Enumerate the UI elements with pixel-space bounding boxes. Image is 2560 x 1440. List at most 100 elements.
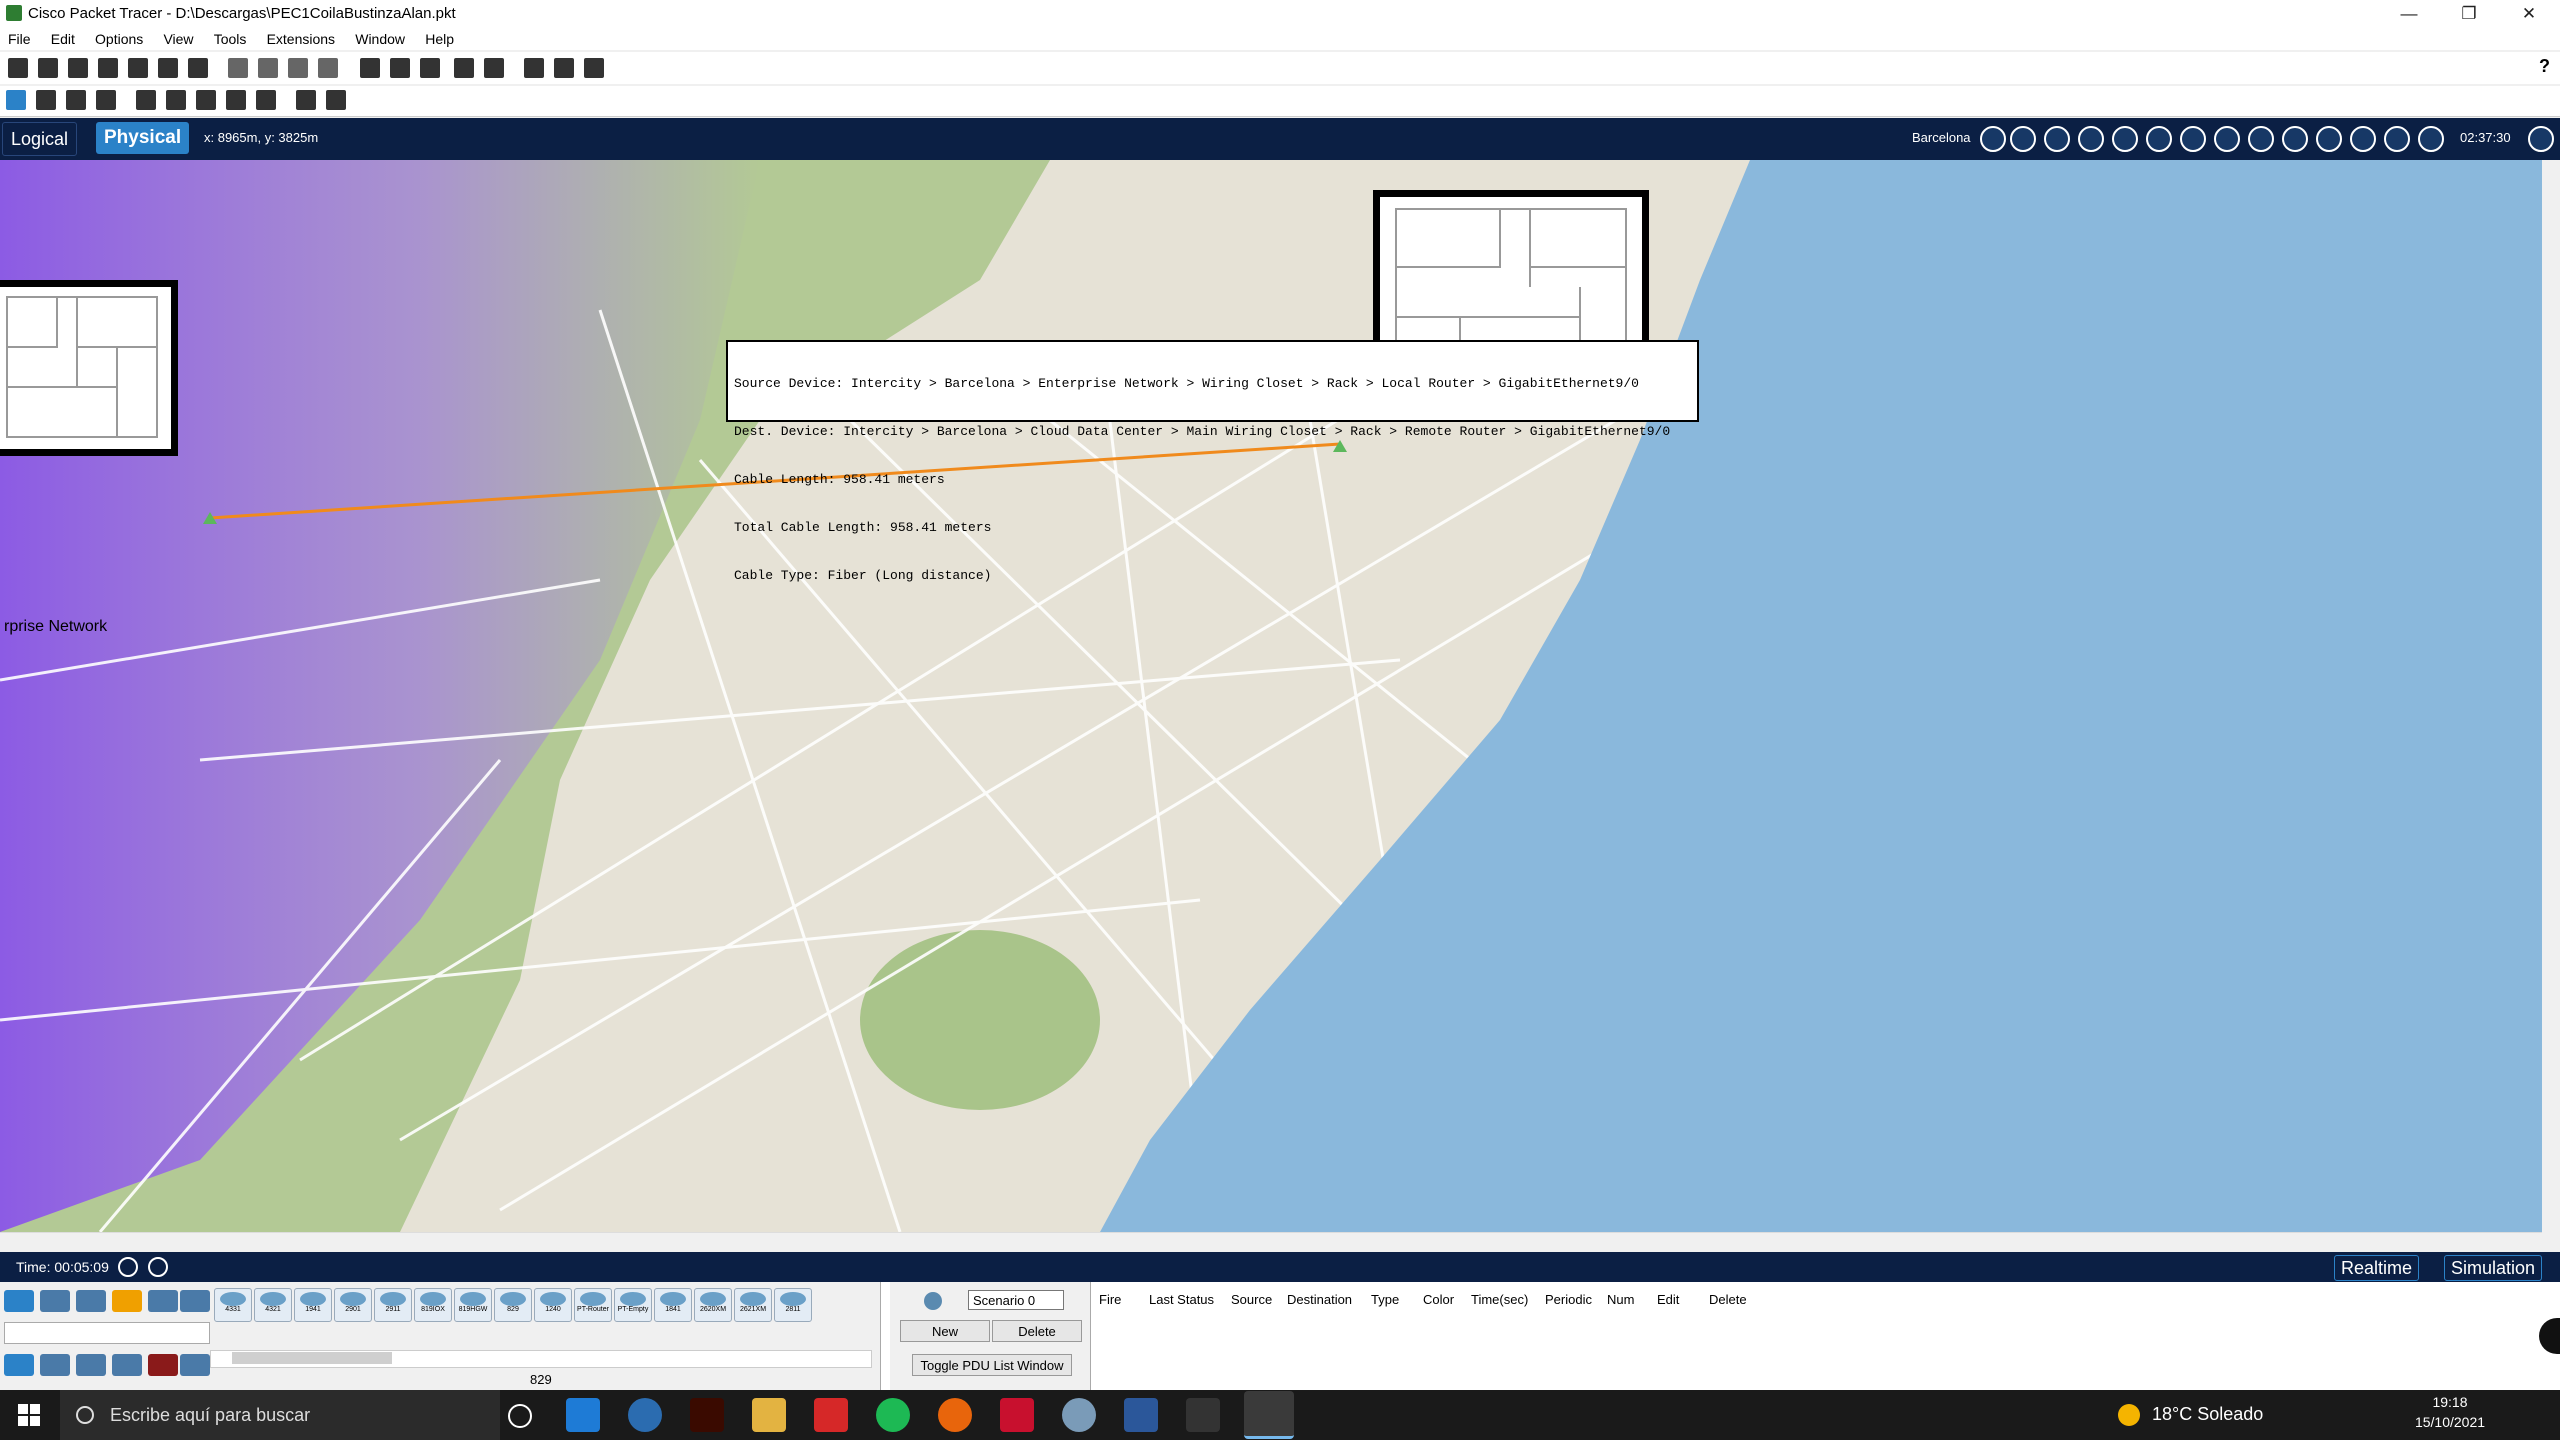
delete-scenario-button[interactable]: Delete — [992, 1320, 1082, 1342]
app-64-icon[interactable] — [814, 1398, 848, 1432]
list-view-icon[interactable] — [2316, 126, 2342, 152]
device-router[interactable]: 1240 — [534, 1288, 572, 1322]
home-icon[interactable] — [2528, 126, 2554, 152]
wireless-subcategory-icon[interactable] — [112, 1354, 142, 1376]
paste-icon[interactable] — [258, 58, 278, 78]
drawing-palette-icon[interactable] — [454, 58, 474, 78]
device-router[interactable]: PT-Router — [574, 1288, 612, 1322]
routers-subcategory-icon[interactable] — [4, 1354, 34, 1376]
draw-line-icon[interactable] — [166, 90, 186, 110]
taskbar-search-placeholder[interactable]: Escribe aquí para buscar — [110, 1405, 310, 1426]
new-rack-icon[interactable] — [2146, 126, 2172, 152]
power-cycle-icon[interactable] — [118, 1257, 138, 1277]
device-router[interactable]: 2911 — [374, 1288, 412, 1322]
select-icon[interactable] — [6, 90, 26, 110]
device-router[interactable]: 1941 — [294, 1288, 332, 1322]
simple-pdu-icon[interactable] — [296, 90, 316, 110]
realtime-mode-button[interactable]: Realtime — [2334, 1255, 2420, 1281]
vertical-scrollbar[interactable] — [2542, 160, 2560, 1232]
open-file-icon[interactable] — [38, 58, 58, 78]
new-file-icon[interactable] — [8, 58, 28, 78]
misc-category-icon[interactable] — [148, 1290, 178, 1312]
firefox-icon[interactable] — [938, 1398, 972, 1432]
end-devices-category-icon[interactable] — [40, 1290, 70, 1312]
switches-subcategory-icon[interactable] — [40, 1354, 70, 1376]
info-icon[interactable] — [128, 58, 148, 78]
menu-tools[interactable]: Tools — [206, 28, 255, 47]
weather-text[interactable]: 18°C Soleado — [2152, 1404, 2263, 1425]
network-wizard-icon[interactable] — [158, 58, 178, 78]
device-router[interactable]: 4321 — [254, 1288, 292, 1322]
menu-help[interactable]: Help — [417, 28, 462, 47]
background-image-icon[interactable] — [2384, 126, 2410, 152]
word-icon[interactable] — [1124, 1398, 1158, 1432]
menu-options[interactable]: Options — [87, 28, 151, 47]
security-subcategory-icon[interactable] — [148, 1354, 178, 1376]
fast-forward-icon[interactable] — [148, 1257, 168, 1277]
restore-button[interactable]: ❐ — [2440, 0, 2498, 28]
copy-icon[interactable] — [228, 58, 248, 78]
device-router[interactable]: 2620XM — [694, 1288, 732, 1322]
device-router[interactable]: 829 — [494, 1288, 532, 1322]
device-router[interactable]: 819HGW — [454, 1288, 492, 1322]
multiuser-category-icon[interactable] — [180, 1290, 210, 1312]
working-closet-icon[interactable] — [2282, 126, 2308, 152]
wan-emulation-subcategory-icon[interactable] — [180, 1354, 210, 1376]
windows-start-icon[interactable] — [18, 1404, 40, 1426]
tab-logical[interactable]: Logical — [2, 122, 78, 156]
minimize-button[interactable]: — — [2380, 0, 2438, 28]
spotify-icon[interactable] — [876, 1398, 910, 1432]
horizontal-scrollbar[interactable] — [0, 1232, 2542, 1251]
collapse-panel-icon[interactable] — [2539, 1318, 2560, 1354]
device-router[interactable]: 2621XM — [734, 1288, 772, 1322]
device-router[interactable]: 2901 — [334, 1288, 372, 1322]
components-category-icon[interactable] — [76, 1290, 106, 1312]
cluster-icon[interactable] — [554, 58, 574, 78]
network-devices-category-icon[interactable] — [4, 1290, 34, 1312]
grid-icon[interactable] — [2214, 126, 2240, 152]
toggle-pdu-list-button[interactable]: Toggle PDU List Window — [912, 1354, 1072, 1376]
freeform-icon[interactable] — [256, 90, 276, 110]
illustrator-icon[interactable] — [690, 1398, 724, 1432]
tab-physical[interactable]: Physical — [96, 122, 190, 154]
scenario-select[interactable]: Scenario 0 — [968, 1290, 1064, 1310]
connections-category-icon[interactable] — [112, 1290, 142, 1312]
taskbar-date[interactable]: 15/10/2021 — [2400, 1414, 2500, 1430]
new-city-icon[interactable] — [2044, 126, 2070, 152]
navigation-icon[interactable] — [1980, 126, 2006, 152]
new-closet-icon[interactable] — [2112, 126, 2138, 152]
menu-file[interactable]: File — [0, 28, 39, 47]
time-icon[interactable] — [2418, 126, 2444, 152]
menu-view[interactable]: View — [155, 28, 201, 47]
custom-devices-icon[interactable] — [484, 58, 504, 78]
cortana-icon[interactable] — [508, 1404, 532, 1428]
vscode-icon[interactable] — [566, 1398, 600, 1432]
back-icon[interactable] — [2010, 126, 2036, 152]
scenario-info-icon[interactable] — [924, 1292, 942, 1310]
device-list-scroll-thumb[interactable] — [232, 1352, 392, 1364]
close-button[interactable]: ✕ — [2500, 0, 2558, 28]
file-explorer-icon[interactable] — [752, 1398, 786, 1432]
inspect-icon[interactable] — [36, 90, 56, 110]
move-object-icon[interactable] — [2180, 126, 2206, 152]
print-icon[interactable] — [98, 58, 118, 78]
app-icon[interactable] — [1062, 1398, 1096, 1432]
save-icon[interactable] — [68, 58, 88, 78]
device-router[interactable]: 2811 — [774, 1288, 812, 1322]
place-note-icon[interactable] — [136, 90, 156, 110]
taskbar-time[interactable]: 19:18 — [2410, 1394, 2490, 1410]
new-scenario-button[interactable]: New — [900, 1320, 990, 1342]
resize-shape-icon[interactable] — [96, 90, 116, 110]
complex-pdu-icon[interactable] — [326, 90, 346, 110]
set-tiled-background-icon[interactable] — [2248, 126, 2274, 152]
app-g-icon[interactable] — [1186, 1398, 1220, 1432]
physical-workspace-map[interactable]: rprise Network Source Device: Intercity … — [0, 160, 2560, 1232]
draw-ellipse-icon[interactable] — [226, 90, 246, 110]
redo-icon[interactable] — [318, 58, 338, 78]
wireless-icon[interactable] — [2350, 126, 2376, 152]
device-router[interactable]: 4331 — [214, 1288, 252, 1322]
zoom-out-icon[interactable] — [420, 58, 440, 78]
help-button[interactable]: ? — [2539, 56, 2550, 77]
activity-wizard-icon[interactable] — [188, 58, 208, 78]
draw-rectangle-icon[interactable] — [196, 90, 216, 110]
